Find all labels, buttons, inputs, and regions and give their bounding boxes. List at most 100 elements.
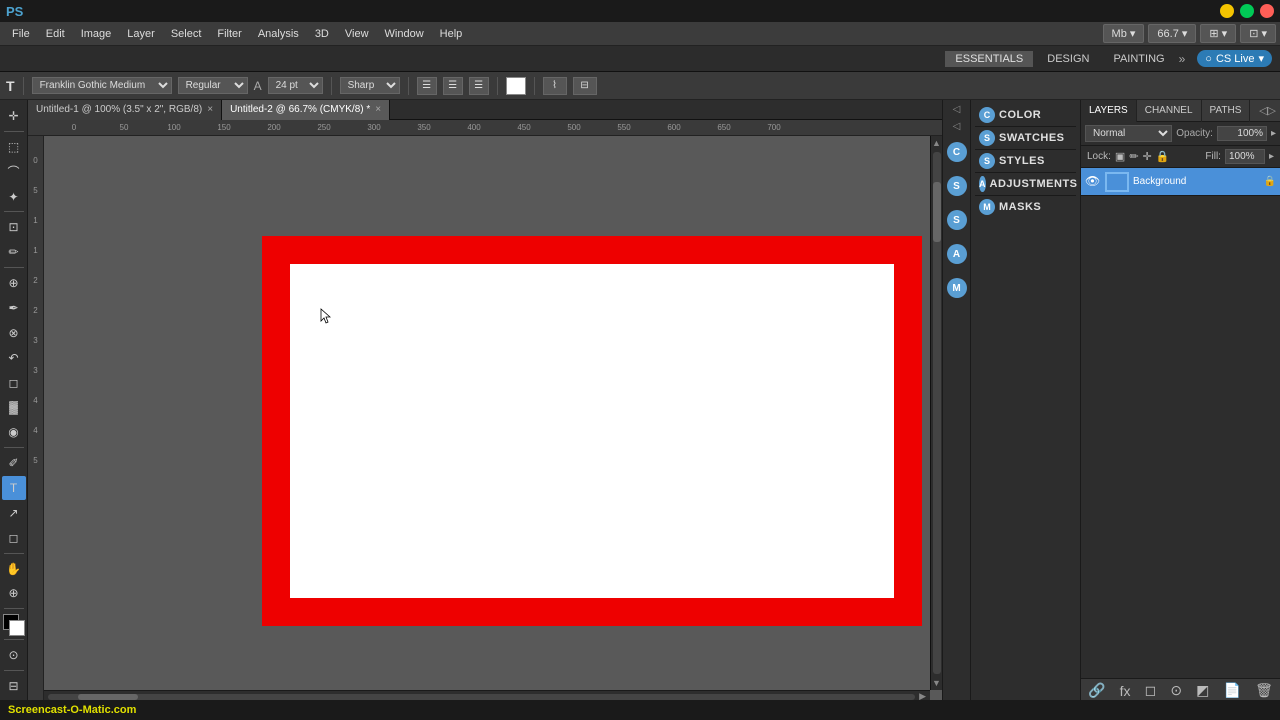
history-brush-tool[interactable]: ↶: [2, 346, 26, 370]
close-button[interactable]: [1260, 4, 1274, 18]
workspace-design[interactable]: DESIGN: [1037, 51, 1099, 67]
swatches-panel-label[interactable]: SWATCHES: [999, 132, 1065, 144]
opacity-arrow[interactable]: ▸: [1271, 128, 1276, 139]
v-scroll-thumb[interactable]: [933, 182, 941, 242]
canvas-viewport[interactable]: [44, 136, 942, 702]
lock-all-icon[interactable]: 🔒: [1156, 150, 1170, 163]
workspace-essentials[interactable]: ESSENTIALS: [945, 51, 1033, 67]
new-group-btn[interactable]: ◩: [1192, 682, 1213, 699]
menu-file[interactable]: File: [4, 26, 38, 42]
new-layer-btn[interactable]: 📄: [1220, 682, 1245, 699]
layer-row-background[interactable]: 👁 Background 🔒: [1081, 168, 1280, 196]
delete-layer-btn[interactable]: 🗑: [1251, 682, 1277, 699]
menu-layer[interactable]: Layer: [119, 26, 163, 42]
pen-tool[interactable]: ✐: [2, 451, 26, 475]
adjustments-panel-icon[interactable]: A: [947, 244, 967, 264]
lock-brush-icon[interactable]: ✏: [1129, 150, 1138, 163]
expand-arrow-top[interactable]: ◁: [943, 104, 970, 115]
screen-button[interactable]: ⊡ ▾: [1240, 24, 1276, 43]
workspace-painting[interactable]: PAINTING: [1103, 51, 1174, 67]
warp-text-button[interactable]: ⌇: [543, 77, 567, 95]
v-scroll-up[interactable]: ▲: [932, 138, 941, 148]
path-select-tool[interactable]: ↗: [2, 501, 26, 525]
eyedropper-tool[interactable]: ✏: [2, 240, 26, 264]
crop-tool[interactable]: ⊡: [2, 215, 26, 239]
shape-tool[interactable]: ◻: [2, 526, 26, 550]
menu-analysis[interactable]: Analysis: [250, 26, 307, 42]
quick-mask-button[interactable]: ⊙: [2, 643, 26, 667]
workspace-more[interactable]: »: [1179, 52, 1186, 66]
text-color-swatch[interactable]: [506, 77, 526, 95]
align-center-button[interactable]: ☰: [443, 77, 463, 95]
font-style-select[interactable]: Regular: [178, 77, 248, 94]
masks-panel-label[interactable]: MASKS: [999, 201, 1041, 213]
h-scroll-thumb[interactable]: [78, 694, 138, 700]
clone-stamp-tool[interactable]: ⊗: [2, 321, 26, 345]
swatches-panel-icon[interactable]: S: [947, 176, 967, 196]
gradient-tool[interactable]: ▓: [2, 395, 26, 419]
menu-image[interactable]: Image: [73, 26, 120, 42]
adjustments-panel-label[interactable]: ADJUSTMENTS: [990, 178, 1078, 190]
tab-1-close[interactable]: ×: [207, 104, 213, 115]
fill-input[interactable]: [1225, 149, 1265, 164]
cs-live-button[interactable]: ○ CS Live ▾: [1197, 50, 1272, 67]
v-scroll-down[interactable]: ▼: [932, 678, 941, 688]
font-size-select[interactable]: 24 pt: [268, 77, 323, 94]
opacity-input[interactable]: [1217, 126, 1267, 141]
lock-position-icon[interactable]: ✛: [1143, 150, 1152, 163]
marquee-tool[interactable]: ⬚: [2, 135, 26, 159]
document-tab-2[interactable]: Untitled-2 @ 66.7% (CMYK/8) * ×: [222, 100, 390, 120]
adjustment-btn[interactable]: ⊙: [1166, 682, 1186, 699]
transform-toggle-button[interactable]: ⊟: [573, 77, 597, 95]
minimize-button[interactable]: [1220, 4, 1234, 18]
panel-expand-btn[interactable]: ◁▷: [1255, 104, 1280, 117]
tab-2-close[interactable]: ×: [375, 104, 381, 115]
mode-button[interactable]: Mb ▾: [1103, 24, 1145, 43]
type-tool[interactable]: T: [2, 476, 26, 500]
hand-tool[interactable]: ✋: [2, 557, 26, 581]
screen-mode-button[interactable]: ⊟: [2, 674, 26, 698]
menu-view[interactable]: View: [337, 26, 377, 42]
menu-help[interactable]: Help: [432, 26, 471, 42]
eraser-tool[interactable]: ◻: [2, 371, 26, 395]
masks-panel-icon[interactable]: M: [947, 278, 967, 298]
quick-select-tool[interactable]: ✦: [2, 185, 26, 209]
lock-transparency-icon[interactable]: ▣: [1115, 150, 1125, 163]
color-panel-icon[interactable]: C: [947, 142, 967, 162]
vertical-scrollbar[interactable]: ▲ ▼: [930, 136, 942, 690]
channel-tab[interactable]: CHANNEL: [1137, 100, 1202, 122]
brush-tool[interactable]: ✒: [2, 296, 26, 320]
layers-tab[interactable]: LAYERS: [1081, 100, 1137, 122]
tool-preset-btn[interactable]: T: [6, 78, 15, 94]
fill-arrow[interactable]: ▸: [1269, 151, 1274, 162]
paths-tab[interactable]: PATHS: [1202, 100, 1251, 122]
color-panel-label[interactable]: COLOR: [999, 109, 1041, 121]
zoom-tool[interactable]: ⊕: [2, 581, 26, 605]
lasso-tool[interactable]: ⌒: [2, 160, 26, 184]
move-tool[interactable]: ✛: [2, 104, 26, 128]
menu-window[interactable]: Window: [377, 26, 432, 42]
font-family-select[interactable]: Franklin Gothic Medium: [32, 77, 172, 94]
align-right-button[interactable]: ☰: [469, 77, 489, 95]
styles-panel-icon[interactable]: S: [947, 210, 967, 230]
aa-select[interactable]: Sharp: [340, 77, 400, 94]
add-mask-btn[interactable]: ◻: [1141, 682, 1161, 699]
layer-visibility-icon[interactable]: 👁: [1085, 174, 1101, 190]
blur-tool[interactable]: ◉: [2, 420, 26, 444]
align-left-button[interactable]: ☰: [417, 77, 437, 95]
menu-edit[interactable]: Edit: [38, 26, 73, 42]
arrange-button[interactable]: ⊞ ▾: [1200, 24, 1236, 43]
layer-style-btn[interactable]: fx: [1116, 683, 1135, 699]
menu-select[interactable]: Select: [163, 26, 210, 42]
maximize-button[interactable]: [1240, 4, 1254, 18]
zoom-button[interactable]: 66.7 ▾: [1148, 24, 1196, 43]
foreground-color-swatch[interactable]: [3, 614, 25, 636]
styles-panel-label[interactable]: STYLES: [999, 155, 1045, 167]
document-tab-1[interactable]: Untitled-1 @ 100% (3.5" x 2", RGB/8) ×: [28, 100, 222, 120]
healing-brush-tool[interactable]: ⊕: [2, 271, 26, 295]
blend-mode-select[interactable]: Normal: [1085, 125, 1172, 142]
expand-arrow-bottom[interactable]: ◁: [943, 121, 970, 132]
menu-filter[interactable]: Filter: [209, 26, 249, 42]
menu-3d[interactable]: 3D: [307, 26, 337, 42]
link-layers-btn[interactable]: 🔗: [1084, 682, 1109, 699]
